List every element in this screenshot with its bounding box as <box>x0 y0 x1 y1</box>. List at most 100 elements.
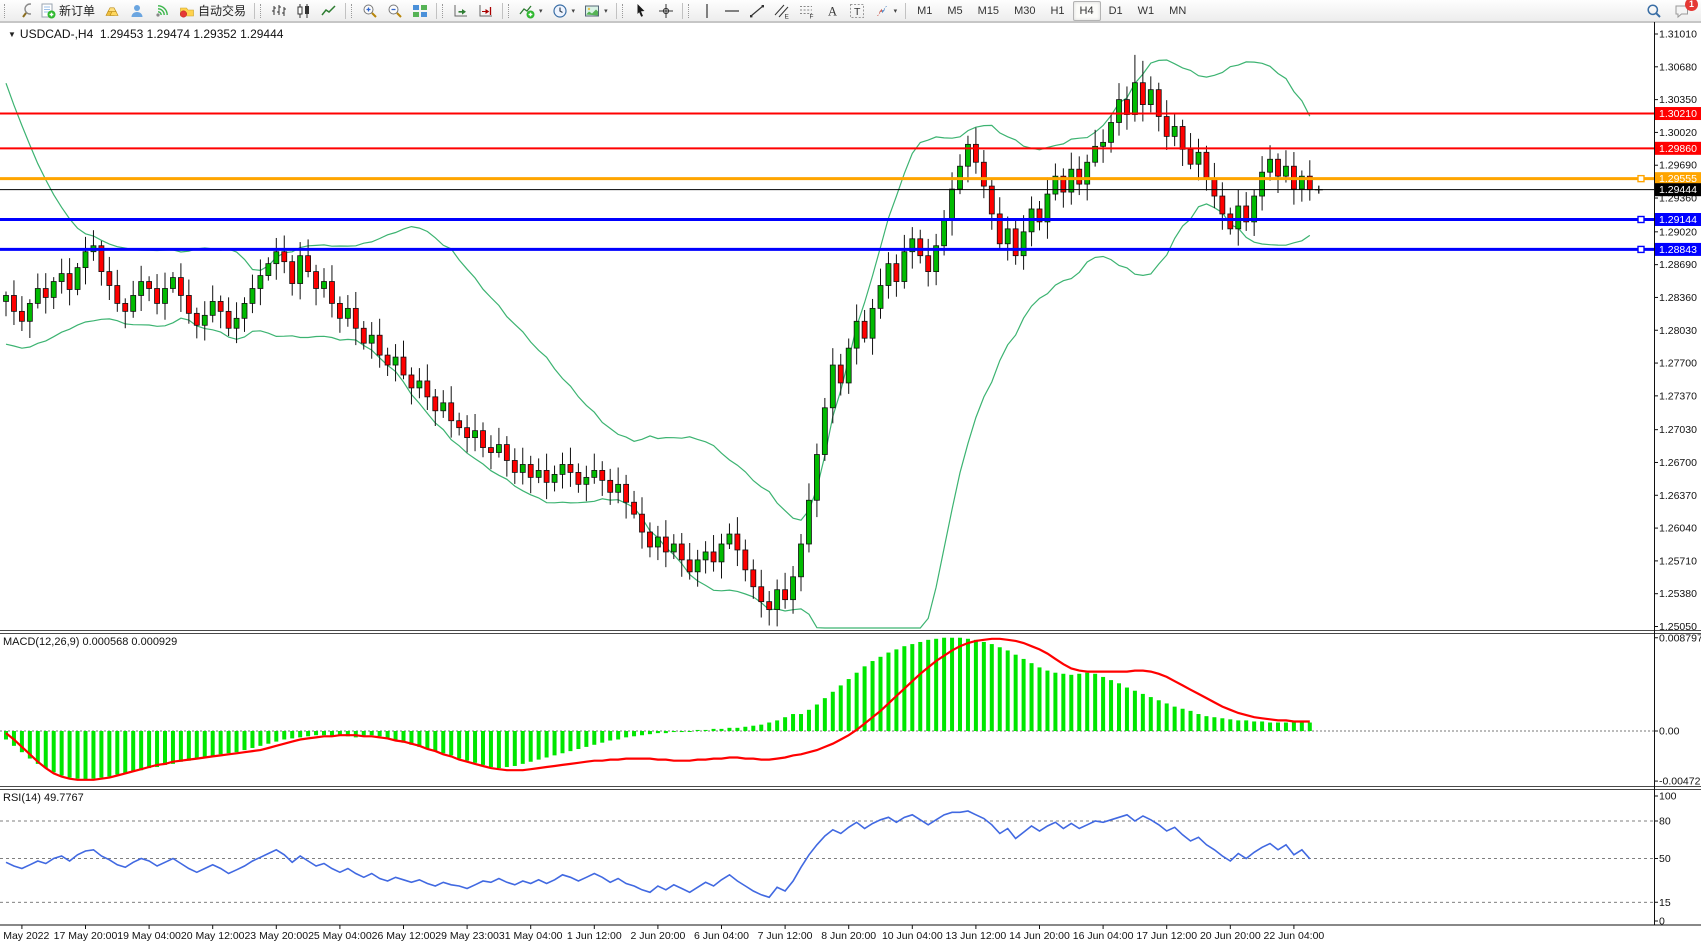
macd-histogram-bar <box>1101 677 1105 731</box>
candle-body <box>1172 126 1177 136</box>
cursor-button[interactable] <box>629 0 653 22</box>
date-label: 20 Jun 20:00 <box>1200 930 1261 942</box>
periods-button-dropdown-caret[interactable]: ▾ <box>572 7 576 15</box>
trendline-button[interactable] <box>745 0 769 22</box>
candle-body <box>1101 142 1106 146</box>
periods-button[interactable]: ▾ <box>548 0 580 22</box>
chart-background <box>0 22 1701 944</box>
macd-histogram-bar <box>68 731 72 778</box>
macd-histogram-bar <box>1244 720 1248 731</box>
candle-body <box>695 560 700 572</box>
macd-histogram-bar <box>290 731 294 738</box>
level-drag-handle[interactable] <box>1638 217 1644 223</box>
candle-body <box>1283 166 1288 176</box>
templates-button-dropdown-caret[interactable]: ▾ <box>604 7 608 15</box>
vertical-line-button[interactable] <box>695 0 719 22</box>
macd-histogram-bar <box>568 731 572 751</box>
notifications-button[interactable]: 1 <box>1670 0 1694 22</box>
gold-chart-button[interactable] <box>100 0 124 22</box>
macd-histogram-bar <box>425 731 429 749</box>
crosshair-button[interactable] <box>654 0 678 22</box>
date-label: 13 Jun 12:00 <box>946 930 1007 942</box>
candle-body <box>1180 126 1185 149</box>
horizontal-line-button[interactable] <box>720 0 744 22</box>
chart-canvas[interactable]: 1.310101.306801.303501.300201.296901.293… <box>0 22 1701 944</box>
macd-histogram-bar <box>1204 716 1208 731</box>
svg-text:T: T <box>854 6 861 18</box>
arrows-button[interactable]: ▾ <box>870 0 902 22</box>
search-icon <box>1646 3 1662 19</box>
date-label: 2 Jun 20:00 <box>630 930 685 942</box>
macd-histogram-bar <box>457 731 461 759</box>
candle-body <box>59 274 64 282</box>
date-label: 1 Jun 12:00 <box>567 930 622 942</box>
candle-body <box>282 252 287 262</box>
candle-body <box>393 357 398 365</box>
timeframe-h1[interactable]: H1 <box>1043 1 1071 21</box>
indicators-button-dropdown-caret[interactable]: ▾ <box>539 7 543 15</box>
autotrade-button[interactable]: 自动交易 <box>175 0 250 22</box>
edge-partial-button[interactable] <box>11 0 35 22</box>
candle-body <box>767 602 772 610</box>
candle-body <box>504 445 509 461</box>
timeframe-h4[interactable]: H4 <box>1073 1 1101 21</box>
toolbar-grip <box>4 4 7 18</box>
macd-histogram-bar <box>298 731 302 737</box>
community-button[interactable] <box>125 0 149 22</box>
new-order-button[interactable]: 新订单 <box>36 0 99 22</box>
level-drag-handle[interactable] <box>1638 176 1644 182</box>
zoom-in-button[interactable] <box>358 0 382 22</box>
candle-body <box>139 282 144 296</box>
search-button[interactable] <box>1642 0 1666 22</box>
toolbar-grip <box>260 4 263 18</box>
autotrade-button-label: 自动交易 <box>198 2 246 19</box>
text-label-button[interactable]: T <box>845 0 869 22</box>
channel-button[interactable]: E <box>770 0 794 22</box>
macd-histogram-bar <box>529 731 533 762</box>
price-tick-label: 1.27030 <box>1659 424 1697 436</box>
candle-body <box>1069 169 1074 192</box>
macd-histogram-bar <box>314 731 318 735</box>
timeframe-m1[interactable]: M1 <box>910 1 939 21</box>
candle-body <box>552 474 557 482</box>
candle-body <box>1220 196 1225 214</box>
timeframe-mn[interactable]: MN <box>1162 1 1193 21</box>
bar-chart-button[interactable] <box>267 0 291 22</box>
candle-body <box>854 321 859 348</box>
candle-body <box>830 365 835 408</box>
symbol-dropdown-arrow[interactable]: ▼ <box>8 30 16 39</box>
candle-body <box>67 274 72 290</box>
timeframe-m15[interactable]: M15 <box>971 1 1006 21</box>
indicators-button[interactable]: ▾ <box>515 0 547 22</box>
zoom-out-button[interactable] <box>383 0 407 22</box>
macd-histogram-bar <box>1053 673 1057 731</box>
macd-histogram-bar <box>712 729 716 731</box>
timeframe-d1[interactable]: D1 <box>1102 1 1130 21</box>
level-drag-handle[interactable] <box>1638 246 1644 252</box>
doc_plus-icon <box>40 3 56 19</box>
chart-shift-button[interactable] <box>474 0 498 22</box>
line-chart-button[interactable] <box>317 0 341 22</box>
candle-body <box>926 256 931 272</box>
auto-scroll-button[interactable] <box>449 0 473 22</box>
candlestick-chart-button[interactable] <box>292 0 316 22</box>
date-label: 7 Jun 12:00 <box>758 930 813 942</box>
candle-body <box>186 295 191 313</box>
timeframe-m30[interactable]: M30 <box>1007 1 1042 21</box>
arrows-button-dropdown-caret[interactable]: ▾ <box>894 7 898 15</box>
tile-windows-button[interactable] <box>408 0 432 22</box>
fibonacci-button[interactable]: F <box>795 0 819 22</box>
candle-body <box>1188 149 1193 164</box>
candle-body <box>306 256 311 272</box>
signals-button[interactable] <box>150 0 174 22</box>
macd-histogram-bar <box>1292 721 1296 731</box>
templates-button[interactable]: ▾ <box>580 0 612 22</box>
text-button[interactable]: A <box>820 0 844 22</box>
candle-body <box>647 532 652 547</box>
timeframe-w1[interactable]: W1 <box>1131 1 1162 21</box>
macd-histogram-bar <box>704 730 708 731</box>
macd-histogram-bar <box>974 640 978 731</box>
candle-body <box>799 544 804 577</box>
person-icon <box>129 3 145 19</box>
timeframe-m5[interactable]: M5 <box>940 1 969 21</box>
